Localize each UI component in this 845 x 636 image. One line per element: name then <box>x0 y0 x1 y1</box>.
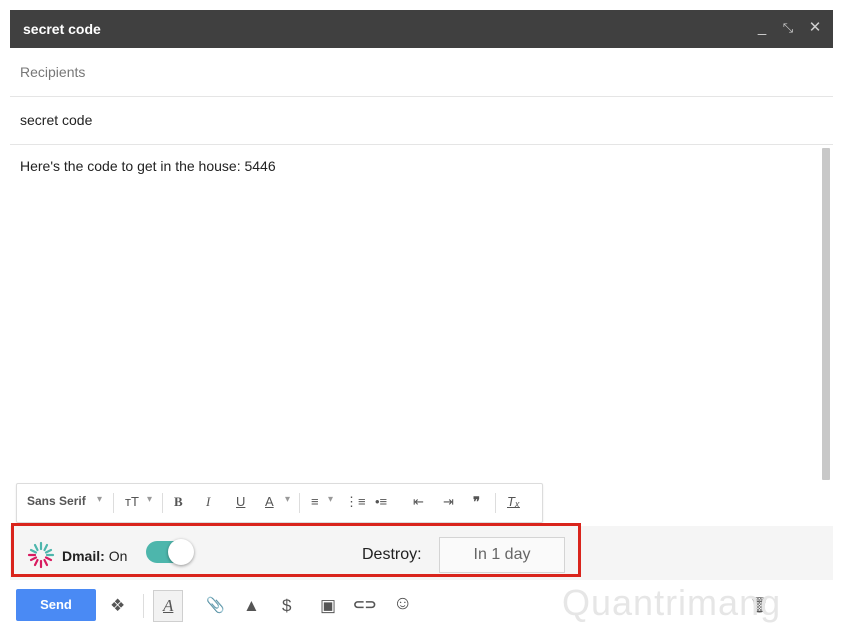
remove-formatting-icon[interactable]: Tₓ <box>507 494 520 509</box>
insert-photo-icon[interactable]: ▣ <box>320 596 336 616</box>
toolbar-divider <box>162 493 163 513</box>
link-icon[interactable]: ⊂⊃ <box>353 596 376 613</box>
minimize-icon[interactable]: _ <box>752 18 772 38</box>
dmail-label: Dmail: On <box>62 548 128 564</box>
toolbar-divider <box>495 493 496 513</box>
dmail-toggle[interactable] <box>146 539 194 565</box>
italic-icon[interactable]: I <box>206 494 210 510</box>
formatting-options-icon[interactable]: A <box>163 596 173 616</box>
compose-title: secret code <box>23 21 101 37</box>
subject-field[interactable]: secret code <box>10 97 833 145</box>
expand-icon[interactable]: ⤡ <box>778 18 798 38</box>
color-dropdown-icon[interactable]: ▾ <box>285 494 290 505</box>
dropbox-icon[interactable]: ❖ <box>110 596 125 616</box>
destroy-time-select[interactable]: In 1 day <box>439 537 565 573</box>
subject-value: secret code <box>20 112 93 128</box>
dmail-logo-icon <box>27 541 55 569</box>
toolbar-divider <box>299 493 300 513</box>
emoji-icon[interactable]: ☺ <box>393 593 412 615</box>
toolbar-divider <box>143 594 144 618</box>
indent-more-icon[interactable]: ⇥ <box>443 494 454 510</box>
compose-title-bar[interactable]: secret code _ ⤡ ✕ <box>10 10 833 48</box>
compose-window: secret code _ ⤡ ✕ Recipients secret code… <box>10 10 833 636</box>
toolbar-divider <box>113 493 114 513</box>
indent-less-icon[interactable]: ⇤ <box>413 494 424 510</box>
font-family-select[interactable]: Sans Serif <box>27 494 86 508</box>
send-button[interactable]: Send <box>16 589 96 621</box>
align-icon[interactable]: ≡ <box>311 494 319 509</box>
bold-icon[interactable]: B <box>174 494 183 510</box>
align-dropdown-icon[interactable]: ▾ <box>328 494 333 505</box>
toggle-knob <box>168 539 194 565</box>
quote-icon[interactable]: ❞ <box>473 494 480 510</box>
message-body[interactable]: Here's the code to get in the house: 544… <box>20 158 276 174</box>
dmail-status: On <box>108 548 128 564</box>
drive-icon[interactable]: ▲ <box>243 596 260 616</box>
size-dropdown-icon[interactable]: ▾ <box>147 494 152 505</box>
scrollbar[interactable] <box>822 148 830 480</box>
formatting-toolbar: Sans Serif ▾ тT ▾ B I U A ▾ ≡ ▾ ⋮≡ •≡ ⇤ … <box>16 483 543 523</box>
font-size-icon[interactable]: тT <box>125 494 139 509</box>
watermark: Quantrimang <box>562 582 782 623</box>
recipients-placeholder: Recipients <box>20 64 86 80</box>
bulleted-list-icon[interactable]: •≡ <box>375 494 387 509</box>
recipients-field[interactable]: Recipients <box>10 48 833 97</box>
money-icon[interactable]: $ <box>282 596 291 616</box>
font-dropdown-icon[interactable]: ▾ <box>97 494 102 505</box>
attach-icon[interactable]: 📎 <box>206 596 225 614</box>
close-icon[interactable]: ✕ <box>805 18 825 38</box>
underline-icon[interactable]: U <box>236 494 245 509</box>
numbered-list-icon[interactable]: ⋮≡ <box>345 494 366 510</box>
text-color-icon[interactable]: A <box>265 494 274 509</box>
destroy-label: Destroy: <box>362 546 422 563</box>
